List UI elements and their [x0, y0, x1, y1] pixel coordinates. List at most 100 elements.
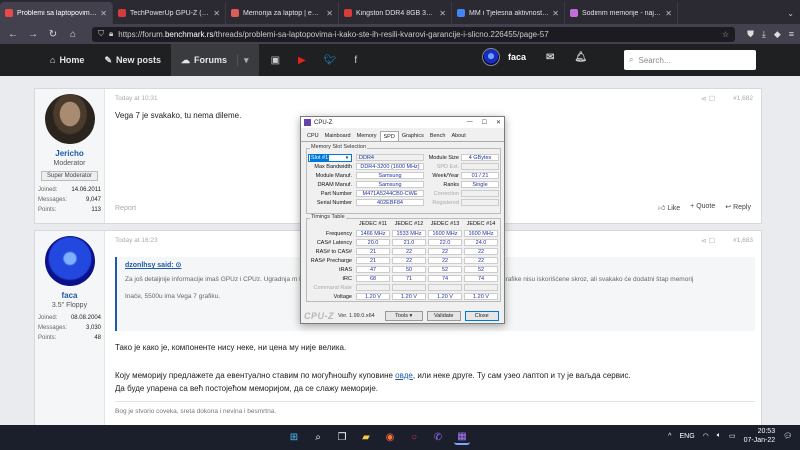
cpuz-tabs: CPU Mainboard Memory SPD Graphics Bench … — [301, 131, 504, 142]
nav-home[interactable]: ⌂ Home — [40, 44, 94, 76]
downloads-icon[interactable]: ⤓ — [762, 29, 766, 40]
timing-row-label: tRC — [342, 276, 352, 282]
timing-row-label: Voltage — [333, 294, 352, 300]
tab-memory[interactable]: Memory — [354, 131, 380, 141]
share-icon[interactable]: ⋖ ☐ — [701, 95, 715, 103]
browser-tab[interactable]: Kingston DDR4 8GB 3200MHz✕ — [339, 2, 452, 24]
viber-icon[interactable]: ✆ — [430, 429, 446, 445]
report-link[interactable]: Report — [115, 205, 136, 212]
forums-icon: ☁ — [181, 54, 191, 65]
tab-label: Sodimm memorije - najpovolj — [582, 9, 662, 17]
close-tab-icon[interactable]: ✕ — [665, 9, 672, 18]
close-button[interactable]: Close — [464, 311, 499, 321]
browser-tab[interactable]: TechPowerUp GPU-Z (v2.43.0)✕ — [113, 2, 226, 24]
avatar[interactable] — [44, 94, 95, 144]
avatar[interactable] — [44, 236, 95, 286]
bell-icon[interactable]: 🔔︎ — [574, 52, 587, 63]
timing-cell: 1466 MHz — [356, 230, 390, 237]
menu-icon[interactable]: ≡ — [789, 29, 794, 40]
quote-button[interactable]: + Quote — [690, 203, 715, 212]
youtube-icon[interactable]: ▶ — [298, 55, 306, 66]
user-menu[interactable]: faca ✉ 🔔︎ — [482, 48, 587, 66]
share-icon[interactable]: ⋖ ☐ — [701, 237, 715, 245]
tab-bench[interactable]: Bench — [427, 131, 449, 141]
reload-icon[interactable]: ↻ — [46, 29, 60, 40]
like-button[interactable]: 👍︎ Like — [658, 203, 680, 212]
clock[interactable]: 20:53 07-Jan-22 — [744, 427, 776, 445]
forum-nav-bar: ⌂ Home ✎ New posts ☁ Forums ▾ ▣ ▶ 🐦︎ f faca … — [0, 44, 800, 76]
facebook-icon[interactable]: f — [354, 55, 357, 66]
nav-new-posts[interactable]: ✎ New posts — [94, 44, 171, 76]
timing-cell: 21 — [356, 257, 390, 264]
wifi-icon[interactable]: ◠ — [703, 432, 709, 440]
bookmark-star-icon[interactable]: ☆ — [722, 30, 729, 39]
extension-icon[interactable]: ◆ — [774, 29, 781, 40]
opera-icon[interactable]: ○ — [406, 429, 422, 445]
post-number[interactable]: #1,682 — [733, 95, 753, 102]
browser-tab[interactable]: Memorija za laptop | ePonuda✕ — [226, 2, 339, 24]
post-time[interactable]: Today at 16:23 — [115, 237, 158, 244]
post-time[interactable]: Today at 10:31 — [115, 95, 158, 102]
post-user-pane: Jericho Moderator Super Moderator Joined… — [35, 89, 105, 223]
tab-spd[interactable]: SPD — [379, 131, 399, 141]
inbox-icon[interactable]: ✉ — [546, 52, 554, 63]
forward-icon[interactable]: → — [26, 29, 40, 40]
tv-icon[interactable]: ▣ — [271, 55, 280, 66]
chevron-down-icon: ▾ — [345, 155, 349, 161]
task-view-icon[interactable]: ❐ — [334, 429, 350, 445]
tab-favicon-icon — [344, 9, 352, 17]
close-tab-icon[interactable]: ✕ — [326, 9, 333, 18]
tab-cpu[interactable]: CPU — [304, 131, 322, 141]
browser-tab[interactable]: Sodimm memorije - najpovolj✕ — [565, 2, 678, 24]
tab-graphics[interactable]: Graphics — [399, 131, 427, 141]
tab-mainboard[interactable]: Mainboard — [322, 131, 354, 141]
back-icon[interactable]: ← — [6, 29, 20, 40]
tray-chevron-icon[interactable]: ^ — [668, 433, 671, 440]
browser-tab[interactable]: MM i Tjelesna aktivnost - Pric✕ — [452, 2, 565, 24]
username[interactable]: Jericho — [35, 149, 104, 158]
file-explorer-icon[interactable]: ▰ — [358, 429, 374, 445]
address-bar[interactable]: ⛉ 🔒︎ https://forum.benchmark.rs/threads/… — [92, 26, 736, 42]
tab-list-chevron-icon[interactable]: ⌄ — [781, 2, 800, 24]
tools-button[interactable]: Tools ▾ — [384, 311, 423, 321]
home-icon[interactable]: ⌂ — [66, 29, 80, 40]
username[interactable]: faca — [35, 291, 104, 300]
timing-cell: 52 — [464, 266, 498, 273]
pocket-icon[interactable]: ⛊ — [747, 29, 754, 40]
maximize-icon[interactable]: ☐ — [482, 119, 487, 126]
shop-link[interactable]: овде — [395, 371, 413, 380]
search-icon[interactable]: ⌕ — [310, 429, 326, 445]
cpuz-taskbar-icon[interactable]: ▦ — [454, 429, 470, 445]
tab-about[interactable]: About — [448, 131, 468, 141]
close-tab-icon[interactable]: ✕ — [100, 9, 107, 18]
avatar — [482, 48, 500, 66]
validate-button[interactable]: Validate — [426, 311, 461, 321]
cpuz-version: Ver. 1.99.0.x64 — [338, 313, 375, 319]
notification-icon[interactable]: 💬︎ — [783, 432, 792, 440]
close-tab-icon[interactable]: ✕ — [213, 9, 220, 18]
chevron-down-icon[interactable]: ▾ — [237, 54, 249, 66]
user-badge: Super Moderator — [40, 171, 99, 181]
spd-ext — [461, 163, 499, 170]
minimize-icon[interactable]: — — [467, 119, 473, 126]
close-icon[interactable]: ✕ — [496, 119, 501, 126]
language-indicator[interactable]: ENG — [679, 433, 694, 440]
start-icon[interactable]: ⊞ — [286, 429, 302, 445]
volume-icon[interactable]: 🔈︎ — [717, 432, 721, 440]
close-tab-icon[interactable]: ✕ — [552, 9, 559, 18]
reply-button[interactable]: ↩ Reply — [725, 203, 751, 212]
search-input[interactable]: ⌕ Search... — [624, 50, 756, 70]
week-year: 01 / 21 — [461, 172, 499, 179]
home-icon: ⌂ — [50, 55, 56, 65]
close-tab-icon[interactable]: ✕ — [439, 9, 446, 18]
slot-select[interactable]: Slot #1 ▾ — [308, 154, 352, 162]
timing-row-label: Command Rate — [313, 285, 352, 291]
nav-forums[interactable]: ☁ Forums ▾ — [171, 44, 259, 76]
post-number[interactable]: #1,683 — [733, 237, 753, 244]
browser-tab[interactable]: Problemi sa laptopovima i ka✕ — [0, 2, 113, 24]
search-icon: ⌕ — [629, 55, 634, 64]
firefox-icon[interactable]: ◉ — [382, 429, 398, 445]
cpuz-titlebar[interactable]: CPU-Z — ☐ ✕ — [301, 117, 504, 128]
twitter-icon[interactable]: 🐦︎ — [324, 55, 337, 66]
battery-icon[interactable]: ▭ — [729, 432, 736, 440]
